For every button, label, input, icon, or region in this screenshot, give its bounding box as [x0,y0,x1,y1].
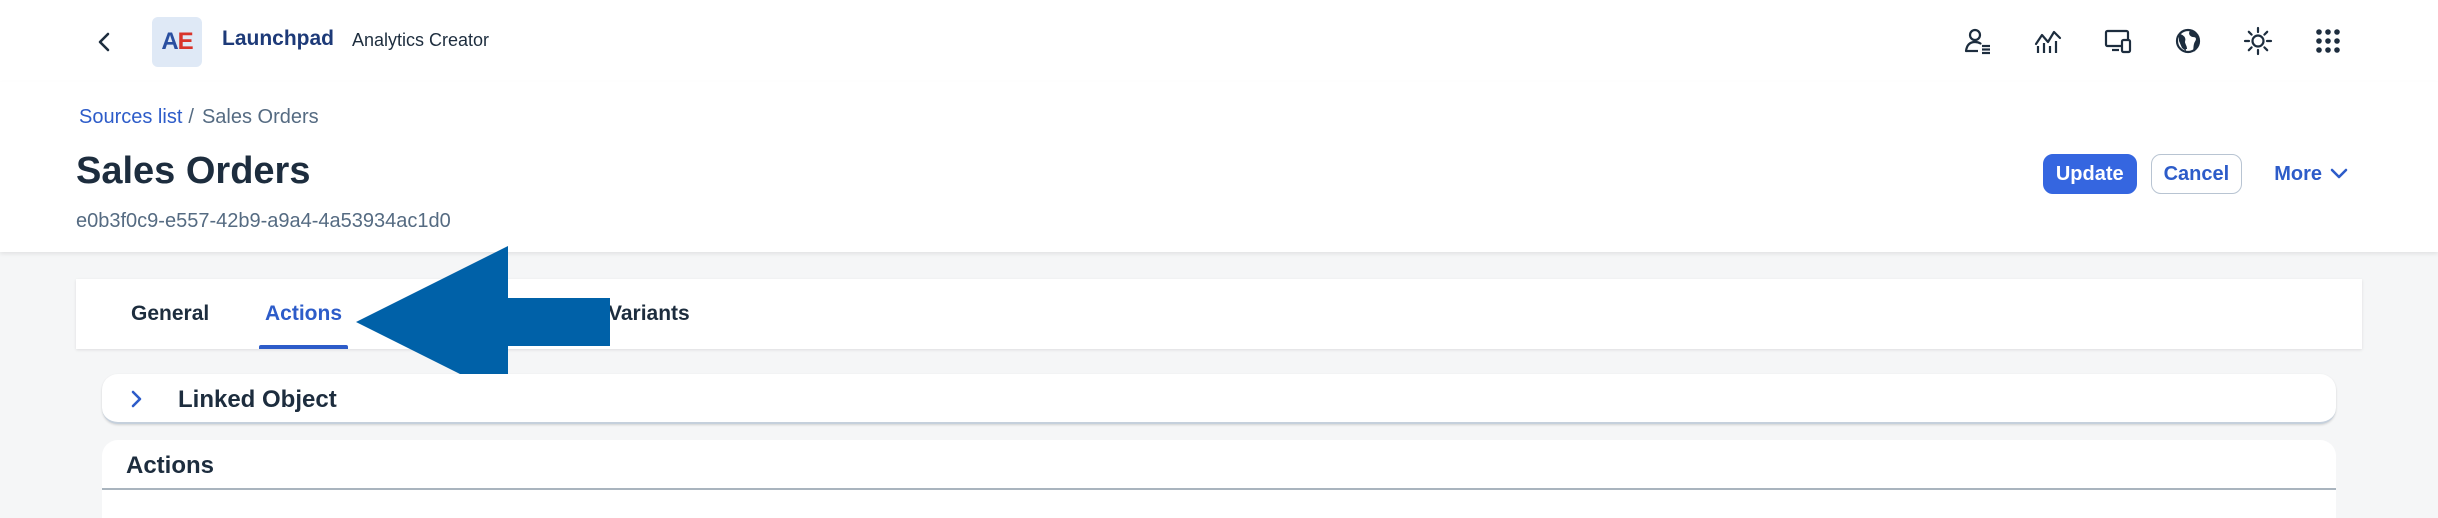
breadcrumb: Sources list / Sales Orders [79,106,319,129]
app-grid-button[interactable] [2308,21,2348,61]
actions-panel: Actions [102,440,2336,518]
chevron-right-icon[interactable] [124,387,148,411]
devices-button[interactable] [2098,21,2138,61]
globe-icon [2175,28,2201,54]
shell-bar: AE Launchpad Analytics Creator [0,0,2438,82]
app-grid-icon [2316,29,2340,53]
analytics-button[interactable] [2028,21,2068,61]
page-title: Sales Orders [76,150,311,192]
update-button[interactable]: Update [2042,154,2137,194]
shell-subtitle: Analytics Creator [352,30,490,50]
divider [102,488,2336,490]
chevron-down-icon [2330,168,2348,179]
user-settings-icon [1964,28,1990,55]
analytics-icon [2034,30,2062,53]
actions-panel-title: Actions [126,452,215,479]
sun-icon [2243,26,2273,56]
logo-letter-e: E [177,28,194,55]
user-settings-button[interactable] [1958,21,1998,61]
more-menu-button[interactable]: More [2264,154,2358,194]
tab-actions[interactable]: Actions [258,279,349,349]
object-page-header: Sources list / Sales Orders Sales Orders… [0,82,2438,252]
cancel-button[interactable]: Cancel [2150,154,2243,194]
linked-object-panel[interactable]: Linked Object [102,374,2336,424]
shell-title[interactable]: Launchpad [222,27,334,51]
linked-object-title: Linked Object [178,386,337,413]
tab-general[interactable]: General [131,279,209,349]
theme-button[interactable] [2238,21,2278,61]
header-actions: Update Cancel More [2042,154,2358,194]
chevron-left-icon [98,32,110,52]
breadcrumb-current: Sales Orders [201,106,319,128]
breadcrumb-separator: / [188,106,194,128]
more-label: More [2274,162,2322,185]
language-button[interactable] [2168,21,2208,61]
object-id: e0b3f0c9-e557-42b9-a9a4-4a53934ac1d0 [76,210,451,232]
devices-icon [2104,29,2132,54]
breadcrumb-link-sources-list[interactable]: Sources list [79,106,182,129]
tab-variants[interactable]: Variants [608,279,690,349]
app-logo[interactable]: AE [152,17,202,67]
shell-actions [1958,21,2348,61]
back-button[interactable] [88,26,120,58]
logo-letter-a: A [161,28,178,55]
